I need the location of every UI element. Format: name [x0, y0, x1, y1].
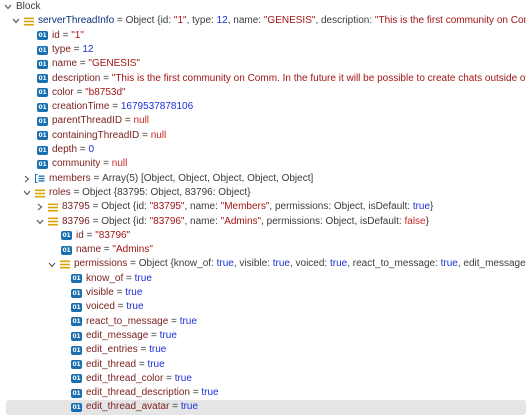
- tree-row-role-83795[interactable]: 83795 = Object {id: "83795" , name: "Mem…: [0, 200, 526, 214]
- primitive-icon: 01: [71, 317, 82, 327]
- tree-row-role-id[interactable]: 01 id = "83796": [0, 229, 526, 243]
- permission-value: true: [201, 387, 219, 399]
- variables-tree: Block serverThreadInfo = Object {id: "1"…: [0, 0, 526, 418]
- object-icon: [48, 203, 58, 212]
- chevron-right-icon[interactable]: [22, 172, 32, 186]
- permission-value: true: [180, 401, 199, 413]
- permission-key: edit_thread_avatar: [86, 401, 170, 413]
- primitive-icon: 01: [37, 102, 48, 112]
- tree-row-serverThreadInfo[interactable]: serverThreadInfo = Object {id: "1" , typ…: [0, 14, 526, 28]
- tree-row-permission[interactable]: 01 edit_entries = true: [0, 343, 526, 357]
- var-key: serverThreadInfo: [38, 15, 115, 27]
- primitive-icon: 01: [37, 45, 48, 55]
- primitive-icon: 01: [71, 288, 82, 298]
- tree-row-name[interactable]: 01 name = "GENESIS": [0, 57, 526, 71]
- permission-value: true: [149, 344, 167, 356]
- tree-row-description[interactable]: 01 description = "This is the first comm…: [0, 72, 526, 86]
- chevron-down-icon[interactable]: [11, 14, 21, 28]
- tree-row-community[interactable]: 01 community = null: [0, 157, 526, 171]
- tree-row-permission[interactable]: 01 edit_thread_description = true: [0, 386, 526, 400]
- tree-row-role-name[interactable]: 01 name = "Admins": [0, 243, 526, 257]
- primitive-icon: 01: [37, 31, 48, 41]
- primitive-icon: 01: [71, 274, 82, 284]
- chevron-right-icon[interactable]: [35, 200, 45, 214]
- tree-row-parentThreadID[interactable]: 01 parentThreadID = null: [0, 114, 526, 128]
- tree-row-members[interactable]: members = Array(5) [Object, Object, Obje…: [0, 172, 526, 186]
- tree-row-creationTime[interactable]: 01 creationTime = 1679537878106: [0, 100, 526, 114]
- tree-row-permission[interactable]: 01 edit_thread = true: [0, 358, 526, 372]
- primitive-icon: 01: [71, 388, 82, 398]
- primitive-icon: 01: [71, 374, 82, 384]
- primitive-icon: 01: [37, 145, 48, 155]
- tree-row-permission[interactable]: 01 know_of = true: [0, 272, 526, 286]
- tree-row-roles[interactable]: roles = Object {83795: Object, 83796: Ob…: [0, 186, 526, 200]
- tree-row-permission[interactable]: 01 voiced = true: [0, 300, 526, 314]
- tree-row-permission[interactable]: 01 edit_thread_color = true: [0, 372, 526, 386]
- chevron-down-icon[interactable]: [47, 257, 57, 271]
- chevron-down-icon[interactable]: [22, 186, 32, 200]
- primitive-icon: 01: [71, 302, 82, 312]
- primitive-icon: 01: [37, 159, 48, 169]
- tree-row-depth[interactable]: 01 depth = 0: [0, 143, 526, 157]
- object-icon: [60, 260, 70, 269]
- tree-row-role-83796[interactable]: 83796 = Object {id: "83796" , name: "Adm…: [0, 215, 526, 229]
- primitive-icon: 01: [37, 117, 48, 127]
- scope-label: Block: [16, 1, 41, 12]
- tree-row-permission[interactable]: 01 edit_message = true: [0, 329, 526, 343]
- permission-key: edit_thread_description: [86, 387, 190, 399]
- primitive-icon: 01: [61, 245, 72, 255]
- tree-row-containingThreadID[interactable]: 01 containingThreadID = null: [0, 129, 526, 143]
- primitive-icon: 01: [71, 331, 82, 341]
- tree-row-permission[interactable]: 01 edit_thread_avatar = true: [6, 400, 526, 415]
- tree-row-color[interactable]: 01 color = "b8753d": [0, 86, 526, 100]
- tree-row-permissions[interactable]: permissions = Object {know_of: true , vi…: [0, 257, 526, 271]
- chevron-down-icon[interactable]: [35, 215, 45, 229]
- object-icon: [35, 189, 45, 198]
- permission-value: true: [147, 358, 165, 370]
- chevron-down-icon[interactable]: [3, 0, 13, 14]
- object-icon: [48, 217, 58, 226]
- tree-row-id[interactable]: 01 id = "1": [0, 29, 526, 43]
- tree-row-type[interactable]: 01 type = 12: [0, 43, 526, 57]
- primitive-icon: 01: [71, 360, 82, 370]
- primitive-icon: 01: [71, 345, 82, 355]
- array-icon: [35, 174, 45, 184]
- primitive-icon: 01: [37, 131, 48, 141]
- tree-row-block[interactable]: Block: [0, 0, 526, 14]
- permission-key: edit_thread_color: [86, 372, 164, 384]
- tree-row-permission[interactable]: 01 react_to_message = true: [0, 315, 526, 329]
- tree-row-permission[interactable]: 01 visible = true: [0, 286, 526, 300]
- permission-key: edit_entries: [86, 344, 138, 356]
- permission-value: true: [174, 372, 192, 384]
- primitive-icon: 01: [37, 74, 48, 84]
- primitive-icon: 01: [37, 59, 48, 69]
- permission-key: edit_thread: [86, 358, 137, 370]
- primitive-icon: 01: [61, 231, 72, 241]
- primitive-icon: 01: [71, 403, 82, 413]
- primitive-icon: 01: [37, 88, 48, 98]
- object-icon: [24, 17, 34, 26]
